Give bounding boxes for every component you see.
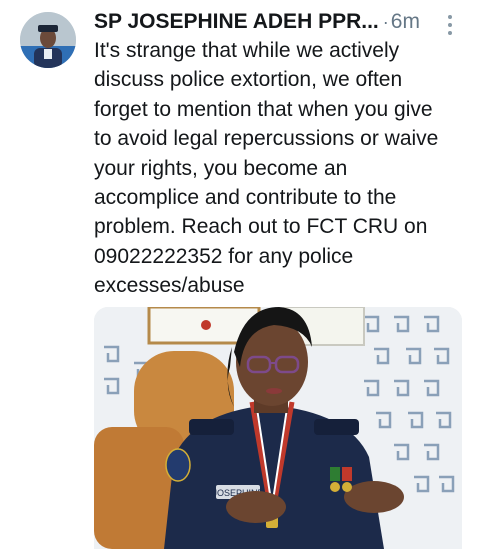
timestamp[interactable]: 6m [391, 10, 420, 33]
separator: · [382, 12, 389, 32]
tweet-text: It's strange that while we actively disc… [94, 39, 439, 298]
more-options-icon[interactable] [440, 12, 460, 38]
tweet-header: SP JOSEPHINE ADEH PPR... ·6m [94, 8, 434, 36]
tweet-media[interactable]: JOSEPHINE [94, 307, 462, 549]
avatar[interactable] [20, 12, 76, 68]
tweet[interactable]: SP JOSEPHINE ADEH PPR... ·6m It's strange… [0, 0, 480, 549]
author-name[interactable]: SP JOSEPHINE ADEH PPR... [94, 10, 379, 33]
